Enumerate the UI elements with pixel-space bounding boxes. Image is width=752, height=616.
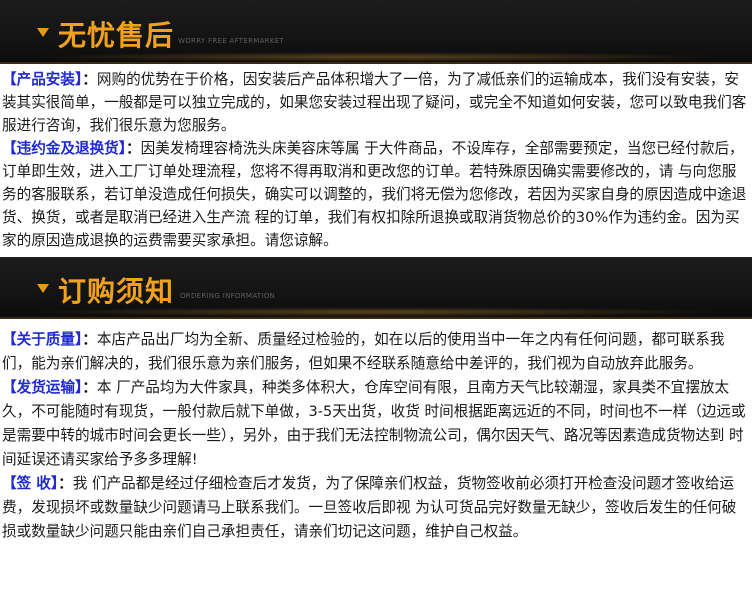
penalty-return-label: 【违约金及退换货】 (2, 140, 127, 157)
shipping-text: 本 厂产品均为大件家具，种类多体积大，仓库空间有限，且南方天气比较潮湿，家具类不… (2, 379, 746, 468)
ordering-info-subtitle: ORDERING INFORMATION (180, 292, 276, 300)
after-sales-title: 无忧售后 (58, 19, 175, 52)
quality-text: 本店产品出厂均为全新、质量经过检验的，如在以后的使用当中一年之内有任何问题，都可… (2, 331, 725, 372)
ordering-info-title: 订购须知 (58, 275, 175, 308)
label-separator: ： (82, 71, 97, 88)
installation-paragraph: 【产品安装】：网购的优势在于价格，因安装后产品体积增大了一倍，为了减低亲们的运输… (2, 68, 750, 137)
label-separator: ： (82, 331, 97, 348)
quality-paragraph: 【关于质量】：本店产品出厂均为全新、质量经过检验的，如在以后的使用当中一年之内有… (2, 328, 750, 376)
shipping-paragraph: 【发货运输】：本 厂产品均为大件家具，种类多体积大，仓库空间有限，且南方天气比较… (2, 376, 750, 472)
ordering-info-section: 【关于质量】：本店产品出厂均为全新、质量经过检验的，如在以后的使用当中一年之内有… (0, 328, 752, 544)
triangle-down-icon (37, 284, 49, 293)
receipt-text: 我 们产品都是经过仔细检查后才发货，为了保障亲们权益，货物签收前必须打开检查没问… (2, 475, 737, 540)
quality-label: 【关于质量】 (2, 331, 83, 348)
after-sales-section: 【产品安装】：网购的优势在于价格，因安装后产品体积增大了一倍，为了减低亲们的运输… (0, 68, 752, 252)
label-separator: ： (82, 379, 97, 396)
receipt-paragraph: 【签 收】：我 们产品都是经过仔细检查后才发货，为了保障亲们权益，货物签收前必须… (2, 472, 750, 544)
penalty-return-paragraph: 【违约金及退换货】：因美发椅理容椅洗头床美容床等属 于大件商品，不设库存，全部需… (2, 137, 750, 252)
installation-label: 【产品安装】 (2, 71, 83, 88)
label-separator: ： (58, 475, 73, 492)
receipt-label: 【签 收】 (2, 475, 59, 492)
after-sales-banner: 无忧售后 WORRY FREE AFTERMARKET (0, 0, 752, 64)
after-sales-subtitle: WORRY FREE AFTERMARKET (178, 37, 285, 45)
installation-text: 网购的优势在于价格，因安装后产品体积增大了一倍，为了减低亲们的运输成本，我们没有… (2, 71, 747, 134)
ordering-info-banner: 订购须知 ORDERING INFORMATION (0, 257, 752, 319)
label-separator: ： (126, 140, 141, 157)
triangle-down-icon (37, 28, 49, 37)
shipping-label: 【发货运输】 (2, 379, 83, 396)
